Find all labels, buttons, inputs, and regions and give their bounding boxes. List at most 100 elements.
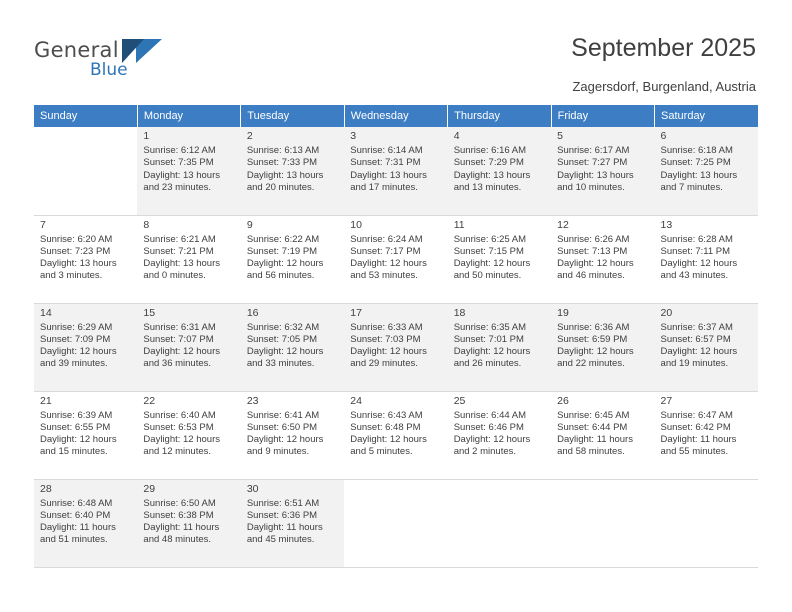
calendar-day-cell: 4 Sunrise: 6:16 AM Sunset: 7:29 PM Dayli…: [447, 127, 552, 216]
day-sun-info: Sunrise: 6:17 AM Sunset: 7:27 PM Dayligh…: [557, 145, 634, 193]
day-sun-info: Sunrise: 6:43 AM Sunset: 6:48 PM Dayligh…: [350, 409, 427, 458]
calendar-week-row: 1 Sunrise: 6:12 AM Sunset: 7:35 PM Dayli…: [34, 127, 758, 216]
calendar-day-cell: 30 Sunrise: 6:51 AM Sunset: 6:36 PM Dayl…: [240, 479, 345, 568]
calendar-day-cell: 21 Sunrise: 6:39 AM Sunset: 6:55 PM Dayl…: [34, 391, 138, 480]
day-sun-info: Sunrise: 6:18 AM Sunset: 7:25 PM Dayligh…: [660, 145, 738, 193]
day-sun-info: Sunrise: 6:35 AM Sunset: 7:01 PM Dayligh…: [453, 321, 531, 370]
day-sun-info: Sunrise: 6:22 AM Sunset: 7:19 PM Dayligh…: [246, 233, 324, 282]
calendar-day-cell: 12 Sunrise: 6:26 AM Sunset: 7:13 PM Dayl…: [551, 215, 655, 304]
day-number: 18: [453, 306, 466, 319]
day-sun-info: Sunrise: 6:24 AM Sunset: 7:17 PM Dayligh…: [350, 233, 427, 282]
day-number: 12: [557, 218, 569, 231]
day-number: 16: [246, 306, 259, 319]
weekday-header-tuesday: Tuesday: [240, 105, 345, 127]
calendar-day-cell: 10 Sunrise: 6:24 AM Sunset: 7:17 PM Dayl…: [344, 215, 448, 304]
calendar-day-cell: [34, 127, 138, 216]
calendar-day-cell: 26 Sunrise: 6:45 AM Sunset: 6:44 PM Dayl…: [551, 391, 655, 480]
calendar-day-cell: 14 Sunrise: 6:29 AM Sunset: 7:09 PM Dayl…: [34, 303, 138, 392]
day-sun-info: Sunrise: 6:31 AM Sunset: 7:07 PM Dayligh…: [143, 321, 220, 370]
calendar-day-cell: 17 Sunrise: 6:33 AM Sunset: 7:03 PM Dayl…: [344, 303, 448, 392]
day-sun-info: Sunrise: 6:28 AM Sunset: 7:11 PM Dayligh…: [660, 233, 738, 282]
calendar-day-cell: 23 Sunrise: 6:41 AM Sunset: 6:50 PM Dayl…: [240, 391, 345, 480]
day-sun-info: Sunrise: 6:13 AM Sunset: 7:33 PM Dayligh…: [246, 145, 324, 193]
calendar-day-cell: 8 Sunrise: 6:21 AM Sunset: 7:21 PM Dayli…: [137, 215, 241, 304]
page-header: General Blue September 2025 Zagersdorf, …: [0, 0, 792, 100]
flag-icon: [122, 39, 162, 63]
calendar-day-cell: 22 Sunrise: 6:40 AM Sunset: 6:53 PM Dayl…: [137, 391, 241, 480]
day-number: 17: [350, 306, 362, 319]
calendar-week-row: 28 Sunrise: 6:48 AM Sunset: 6:40 PM Dayl…: [34, 479, 758, 568]
day-sun-info: Sunrise: 6:39 AM Sunset: 6:55 PM Dayligh…: [40, 409, 117, 458]
day-number: 2: [246, 130, 253, 142]
day-number: 29: [143, 482, 156, 495]
day-number: 27: [660, 394, 673, 407]
weekday-header-wednesday: Wednesday: [344, 105, 449, 127]
day-sun-info: Sunrise: 6:51 AM Sunset: 6:36 PM Dayligh…: [246, 497, 323, 546]
day-sun-info: Sunrise: 6:48 AM Sunset: 6:40 PM Dayligh…: [40, 497, 116, 546]
calendar-day-cell: 18 Sunrise: 6:35 AM Sunset: 7:01 PM Dayl…: [447, 303, 552, 392]
calendar-day-cell: 2 Sunrise: 6:13 AM Sunset: 7:33 PM Dayli…: [240, 127, 345, 216]
calendar-day-cell: 5 Sunrise: 6:17 AM Sunset: 7:27 PM Dayli…: [551, 127, 655, 216]
day-number: 1: [143, 130, 150, 142]
day-sun-info: Sunrise: 6:33 AM Sunset: 7:03 PM Dayligh…: [350, 321, 427, 370]
logo-text-blue: Blue: [90, 60, 128, 80]
day-sun-info: Sunrise: 6:20 AM Sunset: 7:23 PM Dayligh…: [40, 233, 117, 282]
day-number: 22: [143, 394, 156, 407]
day-number: 9: [246, 218, 253, 231]
calendar-day-cell: 13 Sunrise: 6:28 AM Sunset: 7:11 PM Dayl…: [654, 215, 758, 304]
day-number: 19: [557, 306, 569, 319]
day-number: 10: [350, 218, 362, 231]
day-number: 4: [453, 130, 460, 142]
day-number: 21: [40, 394, 52, 407]
calendar-day-cell: 29 Sunrise: 6:50 AM Sunset: 6:38 PM Dayl…: [137, 479, 241, 568]
weekday-header-thursday: Thursday: [447, 105, 552, 127]
day-number: 28: [40, 482, 52, 495]
day-sun-info: Sunrise: 6:50 AM Sunset: 6:38 PM Dayligh…: [143, 497, 220, 546]
calendar-day-cell: 7 Sunrise: 6:20 AM Sunset: 7:23 PM Dayli…: [34, 215, 138, 304]
calendar-day-cell: 16 Sunrise: 6:32 AM Sunset: 7:05 PM Dayl…: [240, 303, 345, 392]
calendar-day-cell: [447, 479, 552, 568]
day-sun-info: Sunrise: 6:44 AM Sunset: 6:46 PM Dayligh…: [453, 409, 531, 458]
day-sun-info: Sunrise: 6:45 AM Sunset: 6:44 PM Dayligh…: [557, 409, 633, 458]
day-sun-info: Sunrise: 6:40 AM Sunset: 6:53 PM Dayligh…: [143, 409, 220, 458]
calendar-day-cell: 20 Sunrise: 6:37 AM Sunset: 6:57 PM Dayl…: [654, 303, 758, 392]
weekday-header-friday: Friday: [551, 105, 656, 127]
day-number: 25: [453, 394, 466, 407]
calendar-day-cell: 15 Sunrise: 6:31 AM Sunset: 7:07 PM Dayl…: [137, 303, 241, 392]
day-sun-info: Sunrise: 6:26 AM Sunset: 7:13 PM Dayligh…: [557, 233, 634, 282]
day-number: 5: [557, 130, 563, 142]
calendar-day-cell: 24 Sunrise: 6:43 AM Sunset: 6:48 PM Dayl…: [344, 391, 448, 480]
calendar-day-cell: 11 Sunrise: 6:25 AM Sunset: 7:15 PM Dayl…: [447, 215, 552, 304]
calendar-day-cell: 19 Sunrise: 6:36 AM Sunset: 6:59 PM Dayl…: [551, 303, 655, 392]
day-number: 30: [246, 482, 259, 495]
day-sun-info: Sunrise: 6:14 AM Sunset: 7:31 PM Dayligh…: [350, 145, 427, 193]
day-number: 20: [660, 306, 673, 319]
day-number: 14: [40, 306, 52, 319]
day-number: 8: [143, 218, 150, 231]
calendar-header-row: Sunday Monday Tuesday Wednesday Thursday…: [34, 105, 758, 127]
day-number: 7: [40, 218, 46, 231]
day-number: 11: [453, 218, 465, 231]
weekday-header-monday: Monday: [137, 105, 242, 127]
day-sun-info: Sunrise: 6:47 AM Sunset: 6:42 PM Dayligh…: [660, 409, 737, 458]
day-sun-info: Sunrise: 6:32 AM Sunset: 7:05 PM Dayligh…: [246, 321, 324, 370]
weekday-header-sunday: Sunday: [34, 105, 138, 127]
calendar-day-cell: [654, 479, 758, 568]
day-number: 26: [557, 394, 569, 407]
calendar-week-row: 14 Sunrise: 6:29 AM Sunset: 7:09 PM Dayl…: [34, 303, 758, 392]
day-sun-info: Sunrise: 6:37 AM Sunset: 6:57 PM Dayligh…: [660, 321, 738, 370]
calendar-week-row: 7 Sunrise: 6:20 AM Sunset: 7:23 PM Dayli…: [34, 215, 758, 304]
calendar-day-cell: 9 Sunrise: 6:22 AM Sunset: 7:19 PM Dayli…: [240, 215, 345, 304]
day-number: 24: [350, 394, 362, 407]
calendar-week-row: 21 Sunrise: 6:39 AM Sunset: 6:55 PM Dayl…: [34, 391, 758, 480]
calendar-day-cell: 27 Sunrise: 6:47 AM Sunset: 6:42 PM Dayl…: [654, 391, 758, 480]
logo-text-general: General: [34, 38, 119, 62]
day-sun-info: Sunrise: 6:36 AM Sunset: 6:59 PM Dayligh…: [557, 321, 634, 370]
day-sun-info: Sunrise: 6:25 AM Sunset: 7:15 PM Dayligh…: [453, 233, 531, 282]
day-number: 3: [350, 130, 357, 142]
day-sun-info: Sunrise: 6:12 AM Sunset: 7:35 PM Dayligh…: [143, 145, 220, 193]
day-number: 6: [660, 130, 667, 142]
general-blue-logo: General Blue: [34, 38, 214, 84]
page-location: Zagersdorf, Burgenland, Austria: [572, 79, 756, 94]
calendar-day-cell: 1 Sunrise: 6:12 AM Sunset: 7:35 PM Dayli…: [137, 127, 241, 216]
